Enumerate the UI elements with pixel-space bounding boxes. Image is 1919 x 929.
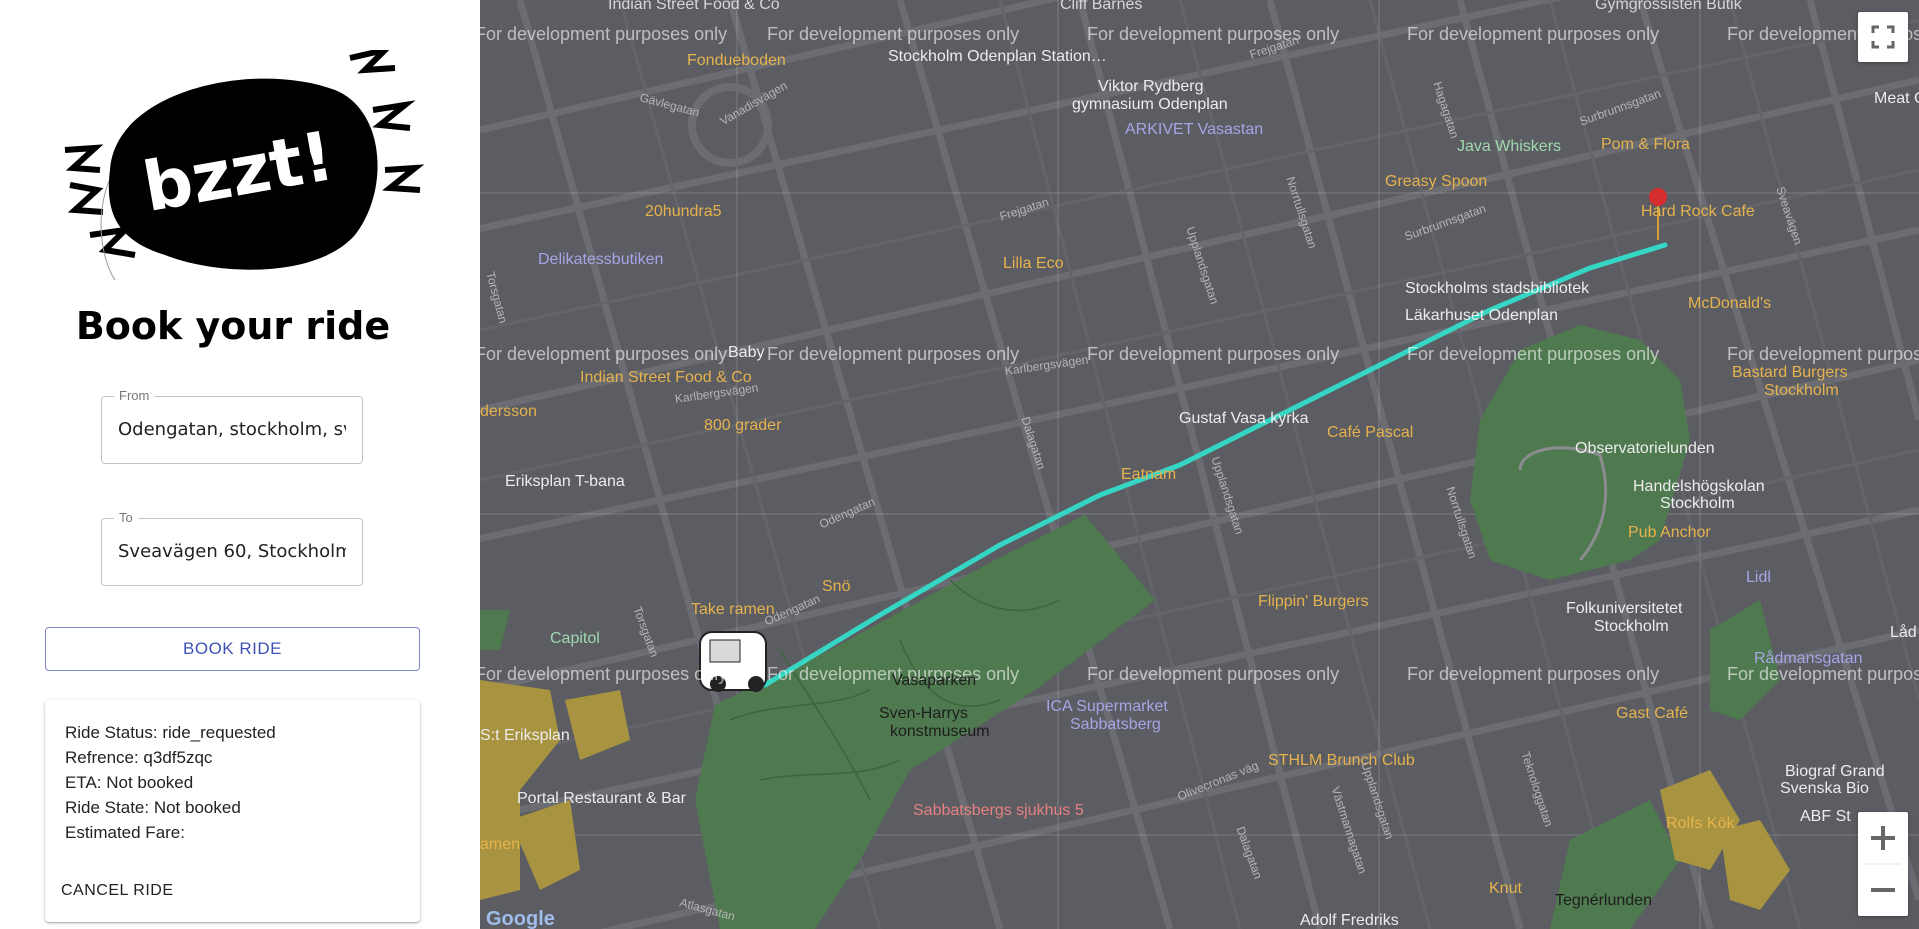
from-input[interactable]: Odengatan, stockholm, sv: [118, 419, 346, 443]
to-input[interactable]: Sveavägen 60, Stockholm: [118, 541, 346, 565]
poi-label[interactable]: Knut: [1489, 880, 1522, 898]
poi-label[interactable]: Hard Rock Cafe: [1641, 203, 1755, 221]
poi-label[interactable]: Stockholm Odenplan Station…: [888, 48, 1107, 66]
poi-label[interactable]: Handelshögskolan: [1633, 478, 1765, 496]
dev-watermark: For development purposes only: [480, 664, 728, 684]
poi-label[interactable]: Vasaparken: [892, 672, 976, 690]
fullscreen-button[interactable]: [1858, 12, 1908, 62]
from-label: From: [114, 388, 155, 403]
poi-label[interactable]: Sven-Harrys: [879, 705, 968, 723]
poi-label[interactable]: STHLM Brunch Club: [1268, 752, 1415, 770]
poi-label[interactable]: Meat C: [1874, 90, 1919, 108]
poi-label[interactable]: Gast Café: [1616, 705, 1688, 723]
estimated-fare-text: Estimated Fare:: [65, 823, 185, 842]
poi-label[interactable]: Sabbatsbergs sjukhus 5: [913, 802, 1084, 820]
poi-label[interactable]: Cliff Barnes: [1060, 0, 1142, 14]
poi-label[interactable]: Delikatessbutiken: [538, 251, 663, 269]
poi-label[interactable]: Lilla Eco: [1003, 255, 1063, 273]
dev-watermark: For development purposes only: [1087, 664, 1340, 684]
to-label: To: [114, 510, 138, 525]
reference-text: Refrence: q3df5zqc: [65, 748, 213, 767]
poi-label[interactable]: Greasy Spoon: [1385, 173, 1487, 191]
poi-label[interactable]: konstmuseum: [890, 723, 990, 741]
poi-label[interactable]: Observatorielunden: [1575, 440, 1715, 458]
booking-panel: bzzt! Book your ride From Odengatan, sto…: [0, 0, 480, 929]
poi-label[interactable]: amen: [480, 836, 520, 854]
poi-label[interactable]: Adolf Fredriks: [1300, 912, 1399, 929]
poi-label[interactable]: Tegnérlunden: [1555, 892, 1652, 910]
dev-watermark: For development purposes only: [1407, 344, 1660, 364]
from-field[interactable]: From Odengatan, stockholm, sv: [101, 388, 363, 464]
poi-label[interactable]: Låd: [1890, 624, 1917, 642]
dev-watermark: For development purposes only: [1087, 24, 1340, 44]
fullscreen-icon: [1871, 25, 1895, 49]
poi-label[interactable]: ABF St: [1800, 808, 1851, 826]
poi-label[interactable]: Eatnam: [1121, 466, 1176, 484]
poi-label[interactable]: Gustaf Vasa kyrka: [1179, 410, 1309, 428]
book-ride-button[interactable]: BOOK RIDE: [45, 627, 420, 671]
dev-watermark: For development purposes only: [1407, 24, 1660, 44]
poi-label[interactable]: ICA Supermarket: [1046, 698, 1168, 716]
google-logo: Google: [486, 908, 555, 929]
poi-label[interactable]: Svenska Bio: [1780, 780, 1869, 798]
ride-status-text: Ride Status: ride_requested: [65, 723, 276, 742]
poi-label[interactable]: McDonald's: [1688, 295, 1771, 313]
poi-label[interactable]: dersson: [480, 403, 537, 421]
dev-watermark: For development purposes only: [767, 344, 1020, 364]
poi-label[interactable]: 800 grader: [704, 417, 781, 435]
dev-watermark: For development purposes only: [480, 24, 728, 44]
dev-watermark: For development purposes only: [1087, 344, 1340, 364]
dev-watermark: For development purposes only: [1407, 664, 1660, 684]
poi-label[interactable]: Stockholm: [1764, 382, 1839, 400]
bzzt-logo: bzzt!: [55, 44, 425, 281]
to-field[interactable]: To Sveavägen 60, Stockholm: [101, 510, 363, 586]
poi-label[interactable]: Snö: [822, 578, 850, 596]
poi-label[interactable]: Stockholms stadsbibliotek: [1405, 280, 1589, 298]
ride-status-card: Ride Status: ride_requested Refrence: q3…: [45, 700, 420, 922]
poi-label[interactable]: Fondueboden: [687, 52, 786, 70]
poi-label[interactable]: Eriksplan T-bana: [505, 473, 625, 491]
poi-label[interactable]: Stockholm: [1594, 618, 1669, 636]
cancel-ride-button[interactable]: CANCEL RIDE: [55, 876, 179, 906]
zoom-controls[interactable]: [1858, 812, 1908, 916]
dev-watermark: For development purposes only: [1727, 344, 1919, 364]
eta-text: ETA: Not booked: [65, 773, 194, 792]
poi-label[interactable]: 20hundra5: [645, 203, 722, 221]
poi-label[interactable]: Viktor Rydberg: [1098, 78, 1204, 96]
app: bzzt! Book your ride From Odengatan, sto…: [0, 0, 1919, 929]
poi-label[interactable]: Stockholm: [1660, 495, 1735, 513]
poi-label[interactable]: Lidl: [1746, 569, 1771, 587]
poi-label[interactable]: ARKIVET Vasastan: [1125, 121, 1263, 139]
poi-label[interactable]: Biograf Grand: [1785, 763, 1885, 781]
poi-label[interactable]: Rolfs Kök: [1666, 815, 1734, 833]
poi-label[interactable]: Pom & Flora: [1601, 136, 1690, 154]
map[interactable]: For development purposes only For develo…: [480, 0, 1919, 929]
dev-watermark: For development purposes only: [480, 344, 728, 364]
ride-state-text: Ride State: Not booked: [65, 798, 241, 817]
poi-label[interactable]: Indian Street Food & Co: [608, 0, 780, 14]
poi-label[interactable]: Capitol: [550, 630, 600, 648]
poi-label[interactable]: gymnasium Odenplan: [1072, 96, 1228, 114]
poi-label[interactable]: Sabbatsberg: [1070, 716, 1161, 734]
poi-label[interactable]: Baby: [728, 344, 764, 362]
poi-label[interactable]: Café Pascal: [1327, 424, 1413, 442]
poi-label[interactable]: S:t Eriksplan: [480, 727, 570, 745]
poi-label[interactable]: Gymgrossisten Butik: [1595, 0, 1742, 14]
poi-label[interactable]: Folkuniversitetet: [1566, 600, 1683, 618]
poi-label[interactable]: Java Whiskers: [1457, 138, 1561, 156]
poi-label[interactable]: Portal Restaurant & Bar: [517, 790, 686, 808]
poi-label[interactable]: Flippin' Burgers: [1258, 593, 1369, 611]
poi-label[interactable]: Pub Anchor: [1628, 524, 1711, 542]
page-title: Book your ride: [75, 304, 391, 348]
poi-label[interactable]: Läkarhuset Odenplan: [1405, 307, 1558, 325]
poi-label[interactable]: Rådmansgatan: [1754, 650, 1863, 668]
zoom-icons: [1866, 826, 1900, 892]
poi-label[interactable]: Bastard Burgers: [1732, 364, 1848, 382]
dev-watermark: For development purposes only: [767, 24, 1020, 44]
